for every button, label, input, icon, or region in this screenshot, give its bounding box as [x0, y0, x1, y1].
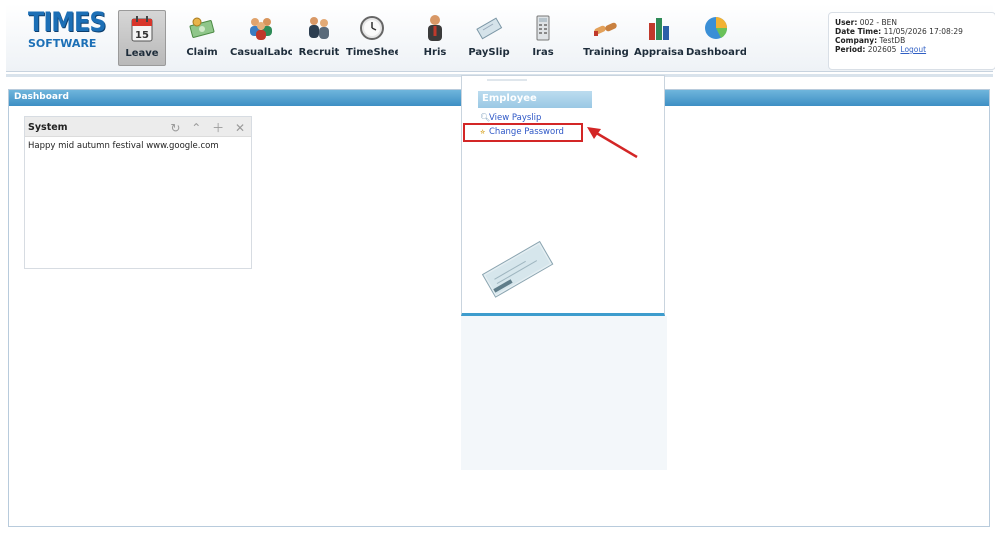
nav-leave-label: Leave	[125, 48, 159, 59]
system-widget: System ↻ ⌃ ＋ ✕ Happy mid autumn festival…	[24, 116, 252, 269]
people-icon	[309, 17, 329, 39]
logo-text-software: SOFTWARE	[28, 37, 97, 50]
logout-link[interactable]: Logout	[900, 45, 926, 54]
system-widget-header: System ↻ ⌃ ＋ ✕	[25, 117, 251, 137]
calculator-icon	[536, 15, 550, 41]
nav-payslip[interactable]: PaySlip	[466, 10, 512, 66]
nav-claim[interactable]: Claim	[182, 10, 222, 66]
nav-casuallabour[interactable]: CasualLabour	[230, 10, 292, 66]
nav-iras[interactable]: Iras	[526, 10, 560, 66]
calendar-icon: 15	[131, 16, 153, 42]
nav-payslip-label: PaySlip	[468, 47, 510, 58]
nav-casuallabour-label: CasualLabour	[230, 47, 292, 58]
payslip-icon	[476, 17, 503, 40]
nav-dashboard[interactable]: Dashboard	[686, 10, 746, 66]
dropdown-top-line	[487, 79, 527, 81]
system-message: Happy mid autumn festival www.google.com	[28, 141, 219, 151]
cheque-icon	[481, 240, 554, 298]
nav-training-label: Training	[583, 47, 629, 58]
clock-icon	[360, 16, 384, 40]
change-password-highlight	[463, 123, 583, 142]
nav-iras-label: Iras	[532, 47, 554, 58]
view-payslip-link[interactable]: 🔍︎View Payslip	[480, 113, 541, 123]
money-icon	[189, 17, 215, 38]
user-info-box: User: 002 - BEN Date Time: 11/05/2026 17…	[828, 12, 995, 70]
nav-timesheet[interactable]: TimeSheet	[346, 10, 398, 66]
nav-leave[interactable]: 15 Leave	[118, 10, 166, 66]
nav-training[interactable]: Training	[582, 10, 630, 66]
nav-claim-label: Claim	[186, 47, 218, 58]
nav-dashboard-label: Dashboard	[686, 47, 746, 58]
times-software-logo[interactable]: TIMES SOFTWARE	[28, 7, 107, 50]
period-line: Period: 202605 Logout	[835, 45, 927, 54]
nav-hris-label: Hris	[423, 47, 447, 58]
dropdown-backdrop	[461, 316, 667, 470]
datetime-line: Date Time: 11/05/2026 17:08:29	[835, 27, 963, 36]
group-icon	[250, 18, 272, 40]
company-line: Company: TestDB	[835, 36, 906, 45]
refresh-icon[interactable]: ↻	[170, 121, 180, 135]
top-toolbar: TIMES SOFTWARE 15 Leave Claim CasualLabo…	[6, 4, 995, 72]
nav-timesheet-label: TimeSheet	[346, 47, 398, 58]
magnifier-icon: 🔍︎	[480, 113, 491, 122]
add-icon[interactable]: ＋	[212, 121, 224, 135]
person-icon	[428, 15, 442, 41]
nav-recruit-label: Recruit	[298, 47, 340, 58]
system-widget-title: System	[28, 122, 68, 133]
nav-appraisal[interactable]: Appraisal	[634, 10, 684, 66]
bar-chart-icon	[649, 18, 669, 40]
dropdown-category-employee: Employee	[478, 91, 592, 108]
pie-chart-icon	[705, 17, 728, 39]
user-line: User: 002 - BEN	[835, 18, 898, 27]
close-icon[interactable]: ✕	[235, 121, 245, 135]
nav-hris[interactable]: Hris	[418, 10, 452, 66]
nav-recruit[interactable]: Recruit	[296, 10, 342, 66]
nav-appraisal-label: Appraisal	[634, 47, 684, 58]
system-widget-tools: ↻ ⌃ ＋ ✕	[163, 119, 245, 136]
collapse-icon[interactable]: ⌃	[191, 121, 201, 135]
logo-text-times: TIMES	[28, 7, 107, 38]
calendar-day: 15	[135, 30, 149, 41]
handshake-icon	[594, 22, 617, 36]
red-arrow-annotation	[587, 127, 638, 159]
